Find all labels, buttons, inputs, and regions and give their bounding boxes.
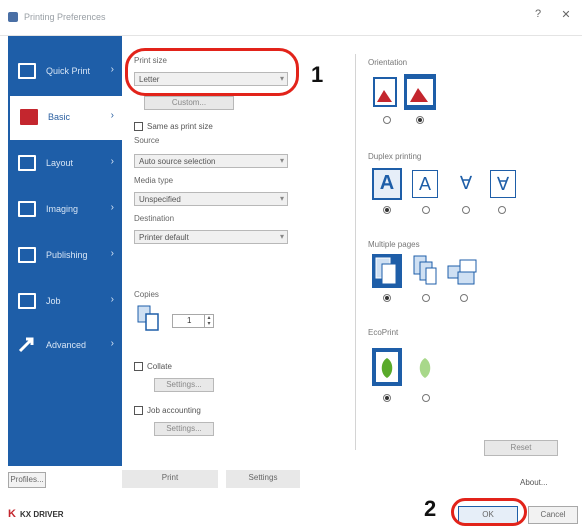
copies-icon — [136, 304, 162, 334]
profiles-button[interactable]: Profiles... — [8, 472, 46, 488]
chevron-right-icon: › — [110, 202, 114, 213]
sidebar-item-label: Advanced — [46, 340, 87, 350]
job-icon — [18, 293, 36, 309]
duplex-long-edge-icon[interactable]: A — [412, 170, 438, 198]
about-link[interactable]: About... — [520, 478, 548, 487]
spin-arrows-icon[interactable]: ▴ ▾ — [204, 315, 213, 327]
sidebar-item-job[interactable]: Job › — [8, 280, 122, 324]
ecoprint-on-radio[interactable] — [422, 394, 430, 402]
destination-label: Destination — [134, 214, 175, 223]
duplex-short-edge-icon[interactable]: ∀ — [454, 170, 478, 198]
imaging-icon — [18, 201, 36, 217]
ecoprint-off-radio[interactable] — [383, 394, 391, 402]
uncollated-copies-icon[interactable] — [410, 254, 440, 288]
sidebar-item-imaging[interactable]: Imaging › — [8, 188, 122, 232]
sidebar-item-quick-print[interactable]: Quick Print › — [8, 50, 122, 94]
media-type-select[interactable]: Unspecified — [134, 192, 288, 206]
copies-value: 1 — [187, 316, 192, 325]
sidebar-item-label: Basic — [48, 112, 71, 122]
annotation-ring-2 — [451, 498, 527, 526]
sidebar-item-label: Job — [46, 296, 61, 306]
landscape-icon[interactable] — [404, 74, 436, 110]
orientation-group-title: Orientation — [368, 58, 408, 67]
duplex-short-edge-flip-radio[interactable] — [498, 206, 506, 214]
same-as-print-size-checkbox[interactable] — [134, 122, 143, 131]
right-settings-panel: Orientation Duplex printing A A ∀ ∀ Mult… — [358, 52, 580, 456]
duplex-short-edge-flip-icon[interactable]: ∀ — [490, 170, 516, 198]
sidebar-item-label: Publishing — [46, 250, 88, 260]
settings-button[interactable]: Settings — [226, 470, 300, 488]
landscape-radio[interactable] — [416, 116, 424, 124]
source-label: Source — [134, 136, 160, 145]
collate-label: Collate — [147, 362, 172, 371]
chevron-right-icon: › — [110, 64, 114, 75]
sidebar-item-basic[interactable]: Basic › — [8, 96, 122, 140]
custom-size-button[interactable]: Custom... — [144, 96, 234, 110]
multiple-pages-group-title: Multiple pages — [368, 240, 420, 249]
brand-logo: K KX DRIVER — [8, 508, 88, 522]
duplex-off-radio[interactable] — [383, 206, 391, 214]
portrait-icon[interactable] — [372, 76, 400, 110]
chevron-right-icon: › — [110, 110, 114, 121]
duplex-long-edge-radio[interactable] — [422, 206, 430, 214]
collate-settings-button[interactable]: Settings... — [154, 378, 214, 392]
basic-settings-panel: Print size Letter Custom... Same as prin… — [124, 40, 350, 460]
job-accounting-settings-button[interactable]: Settings... — [154, 422, 214, 436]
publishing-icon — [18, 247, 36, 263]
reset-button[interactable]: Reset — [484, 440, 558, 456]
job-accounting-checkbox[interactable] — [134, 406, 143, 415]
sidebar-item-layout[interactable]: Layout › — [8, 142, 122, 186]
media-type-label: Media type — [134, 176, 174, 185]
panel-divider — [355, 54, 356, 450]
ecoprint-on-icon[interactable] — [410, 348, 440, 386]
sidebar-item-label: Imaging — [46, 204, 79, 214]
chevron-right-icon: › — [110, 338, 114, 349]
sidebar-item-label: Layout — [46, 158, 74, 168]
help-button[interactable]: ? — [530, 8, 546, 26]
annotation-number-2: 2 — [424, 496, 437, 521]
advanced-icon — [18, 337, 36, 353]
portrait-radio[interactable] — [383, 116, 391, 124]
ecoprint-off-icon[interactable] — [372, 348, 402, 386]
sidebar-item-label: Quick Print — [46, 66, 91, 76]
basic-icon — [20, 109, 38, 125]
printer-app-icon — [8, 12, 18, 22]
quick-print-icon — [18, 63, 36, 79]
duplex-short-edge-radio[interactable] — [462, 206, 470, 214]
duplex-off-icon[interactable]: A — [372, 168, 402, 200]
title-bar: Printing Preferences ? ✕ — [0, 0, 582, 36]
layout-icon — [18, 155, 36, 171]
stacked-radio[interactable] — [460, 294, 468, 302]
print-button[interactable]: Print — [122, 470, 218, 488]
window-title: Printing Preferences — [24, 12, 106, 22]
source-select[interactable]: Auto source selection — [134, 154, 288, 168]
copies-label: Copies — [134, 290, 159, 299]
sidebar: Quick Print › Basic › Layout › Imaging ›… — [8, 36, 122, 466]
collated-radio[interactable] — [383, 294, 391, 302]
brand-label: KX DRIVER — [20, 510, 64, 519]
same-as-print-size-label: Same as print size — [147, 122, 213, 131]
collate-checkbox[interactable] — [134, 362, 143, 371]
stacked-copies-icon[interactable] — [446, 258, 478, 286]
chevron-right-icon: › — [110, 248, 114, 259]
chevron-right-icon: › — [110, 156, 114, 167]
annotation-ring-1 — [125, 48, 299, 96]
destination-select[interactable]: Printer default — [134, 230, 288, 244]
job-accounting-label: Job accounting — [147, 406, 201, 415]
close-button[interactable]: ✕ — [558, 8, 574, 26]
ecoprint-group-title: EcoPrint — [368, 328, 399, 337]
copies-stepper[interactable]: 1 ▴ ▾ — [172, 314, 214, 328]
chevron-right-icon: › — [110, 294, 114, 305]
collated-copies-icon[interactable] — [372, 254, 402, 288]
cancel-button[interactable]: Cancel — [528, 506, 578, 524]
duplex-group-title: Duplex printing — [368, 152, 422, 161]
annotation-number-1: 1 — [311, 62, 324, 87]
sidebar-item-publishing[interactable]: Publishing › — [8, 234, 122, 278]
sidebar-item-advanced[interactable]: Advanced › — [8, 324, 122, 368]
uncollated-radio[interactable] — [422, 294, 430, 302]
kx-logo-icon: K — [8, 508, 16, 520]
